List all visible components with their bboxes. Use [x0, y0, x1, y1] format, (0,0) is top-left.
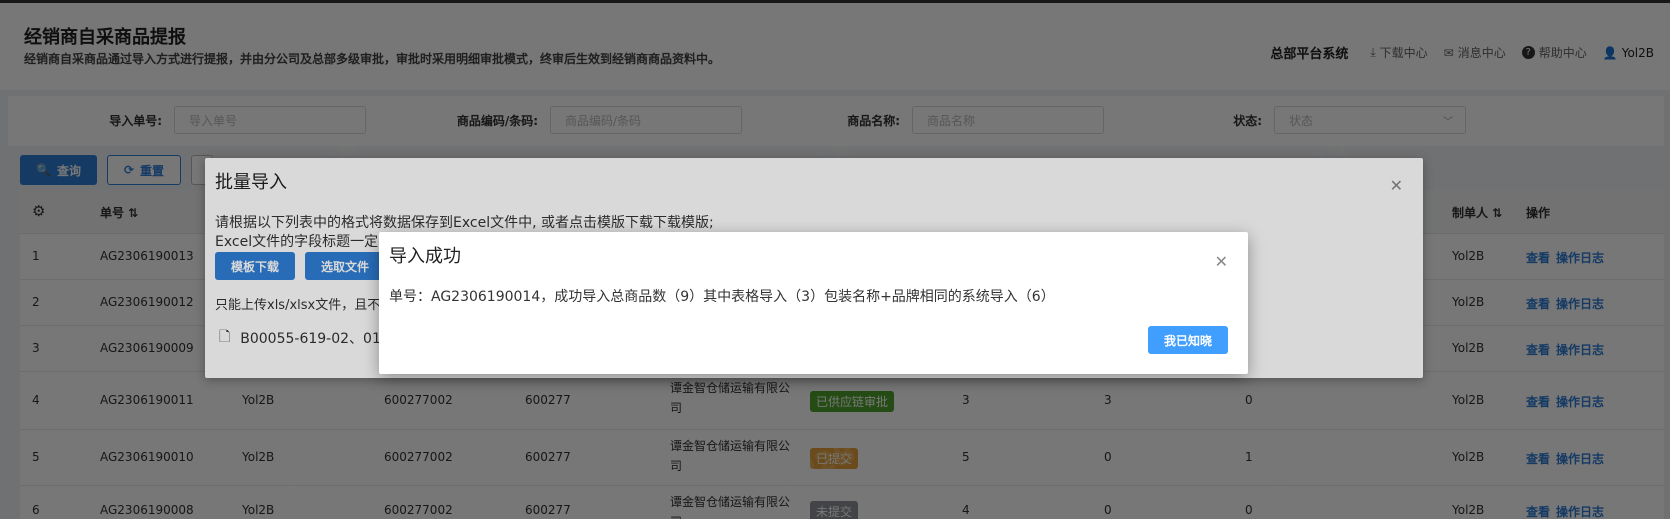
import-success-dialog: 导入成功 ✕ 单号：AG2306190014，成功导入总商品数（9）其中表格导入…	[379, 232, 1248, 374]
close-icon[interactable]: ✕	[1215, 252, 1228, 271]
success-message: 单号：AG2306190014，成功导入总商品数（9）其中表格导入（3）包装名称…	[389, 289, 1055, 305]
success-dialog-title: 导入成功	[389, 246, 461, 267]
acknowledge-button[interactable]: 我已知晓	[1147, 326, 1228, 354]
